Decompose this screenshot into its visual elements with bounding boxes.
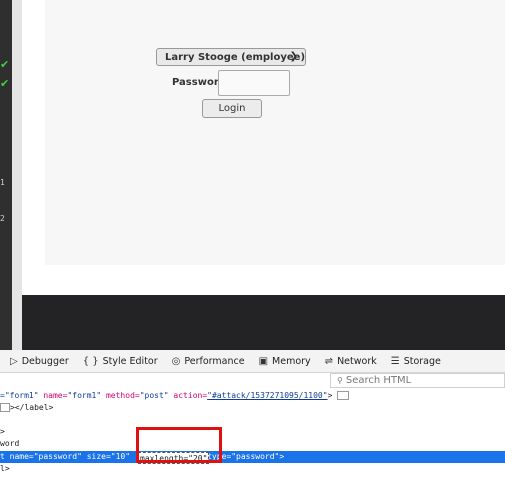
sidebar-label: 1 xyxy=(0,178,5,187)
tab-label: Storage xyxy=(403,355,441,367)
sidebar-label: 2 xyxy=(0,214,5,223)
tab-storage[interactable]: ☰ Storage xyxy=(391,356,441,367)
tab-debugger[interactable]: ▷ Debugger xyxy=(10,356,69,367)
memory-icon: ▣ xyxy=(258,355,269,367)
tab-memory[interactable]: ▣ Memory xyxy=(259,356,311,367)
html-line[interactable]: > xyxy=(0,426,505,438)
tab-performance[interactable]: ◎ Performance xyxy=(172,356,245,367)
braces-icon: { } xyxy=(82,355,99,367)
check-icon: ✔ xyxy=(0,77,10,90)
chevron-down-icon: ❯ xyxy=(289,51,298,62)
devtools-tabbar: ▷ Debugger { } Style Editor ◎ Performanc… xyxy=(0,350,505,373)
search-icon: ⚲ xyxy=(337,376,343,385)
tab-label: Debugger xyxy=(21,355,69,367)
html-line[interactable]: l> xyxy=(0,463,505,475)
lesson-frame xyxy=(45,0,505,265)
network-icon: ⇌ xyxy=(324,355,334,367)
collapsed-content-icon[interactable] xyxy=(0,403,10,412)
user-select[interactable]: Larry Stooge (employee) ❯ xyxy=(156,48,306,66)
login-button[interactable]: Login xyxy=(202,99,262,118)
left-sidebar xyxy=(0,0,12,350)
password-input[interactable] xyxy=(218,70,290,96)
event-badge-icon[interactable] xyxy=(337,391,350,400)
tab-style-editor[interactable]: { } Style Editor xyxy=(83,356,158,367)
html-line[interactable]: ></label> xyxy=(0,402,505,414)
html-line[interactable]: ="form1" name="form1" method="post" acti… xyxy=(0,390,505,402)
tab-label: Style Editor xyxy=(102,355,158,367)
performance-icon: ◎ xyxy=(171,355,181,367)
tab-label: Performance xyxy=(184,355,245,367)
html-line[interactable]: word xyxy=(0,438,505,450)
annotation-highlight-box xyxy=(136,427,222,463)
debugger-icon: ▷ xyxy=(10,355,18,367)
storage-icon: ☰ xyxy=(390,355,400,367)
tab-label: Network xyxy=(337,355,377,367)
user-select-value: Larry Stooge (employee) xyxy=(165,51,306,63)
search-placeholder: Search HTML xyxy=(345,375,412,386)
html-line-selected[interactable]: t name="password" size="10" maxlength="2… xyxy=(0,451,505,463)
dark-band xyxy=(22,295,505,350)
tab-network[interactable]: ⇌ Network xyxy=(325,356,377,367)
left-panel xyxy=(12,0,22,350)
tab-label: Memory xyxy=(272,355,311,367)
search-html-input[interactable]: ⚲ Search HTML xyxy=(330,373,505,388)
check-icon: ✔ xyxy=(0,58,10,71)
